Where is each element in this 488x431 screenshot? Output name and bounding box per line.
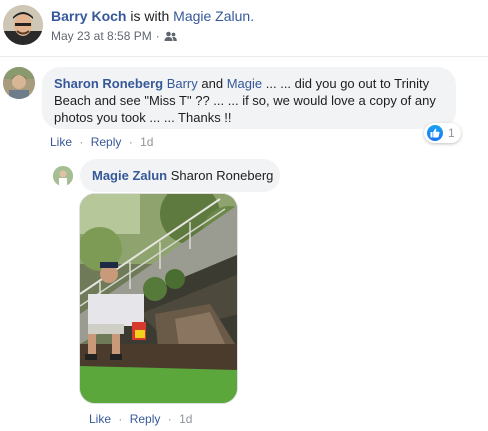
comment-time[interactable]: 1d: [140, 135, 153, 149]
post-timestamp[interactable]: May 23 at 8:58 PM: [51, 28, 152, 44]
mention-magie[interactable]: Magie: [227, 76, 262, 91]
reply-author-avatar[interactable]: [53, 166, 73, 186]
action-separator: ·: [167, 412, 172, 426]
post-meta: May 23 at 8:58 PM ·: [51, 28, 177, 44]
post-author-avatar[interactable]: [3, 5, 43, 45]
comment-author-avatar[interactable]: [3, 67, 35, 99]
action-separator: ·: [118, 412, 123, 426]
action-separator: ·: [79, 135, 84, 149]
post-author-name[interactable]: Barry Koch: [51, 8, 126, 24]
friends-icon[interactable]: [164, 31, 177, 42]
reply-button[interactable]: Reply: [91, 135, 122, 149]
mention-barry[interactable]: Barry: [167, 76, 198, 91]
with-text: is with: [130, 8, 170, 24]
comment-bubble: Sharon Roneberg Barry and Magie ... ... …: [42, 67, 456, 129]
reply-author-name[interactable]: Magie Zalun: [92, 168, 167, 183]
post-header: Barry Koch is with Magie Zalun.: [51, 7, 254, 25]
reply-actions: Like · Reply · 1d: [89, 411, 192, 427]
like-button[interactable]: Like: [89, 412, 111, 426]
comment-author-name[interactable]: Sharon Roneberg: [54, 76, 163, 91]
reply-button[interactable]: Reply: [130, 412, 161, 426]
and-text: and: [201, 76, 224, 91]
like-icon: [427, 125, 443, 141]
reply-time[interactable]: 1d: [179, 412, 192, 426]
reply-bubble: Magie Zalun Sharon Roneberg: [80, 159, 280, 192]
comment-actions: Like · Reply · 1d: [50, 134, 153, 150]
like-button[interactable]: Like: [50, 135, 72, 149]
reaction-count-badge[interactable]: 1: [424, 123, 461, 143]
meta-separator: ·: [155, 29, 160, 43]
reply-photo[interactable]: [79, 193, 238, 404]
reaction-count: 1: [448, 126, 455, 140]
mention-sharon[interactable]: Sharon Roneberg: [171, 168, 274, 183]
divider: [0, 56, 488, 57]
action-separator: ·: [128, 135, 133, 149]
tagged-person[interactable]: Magie Zalun.: [173, 8, 254, 24]
